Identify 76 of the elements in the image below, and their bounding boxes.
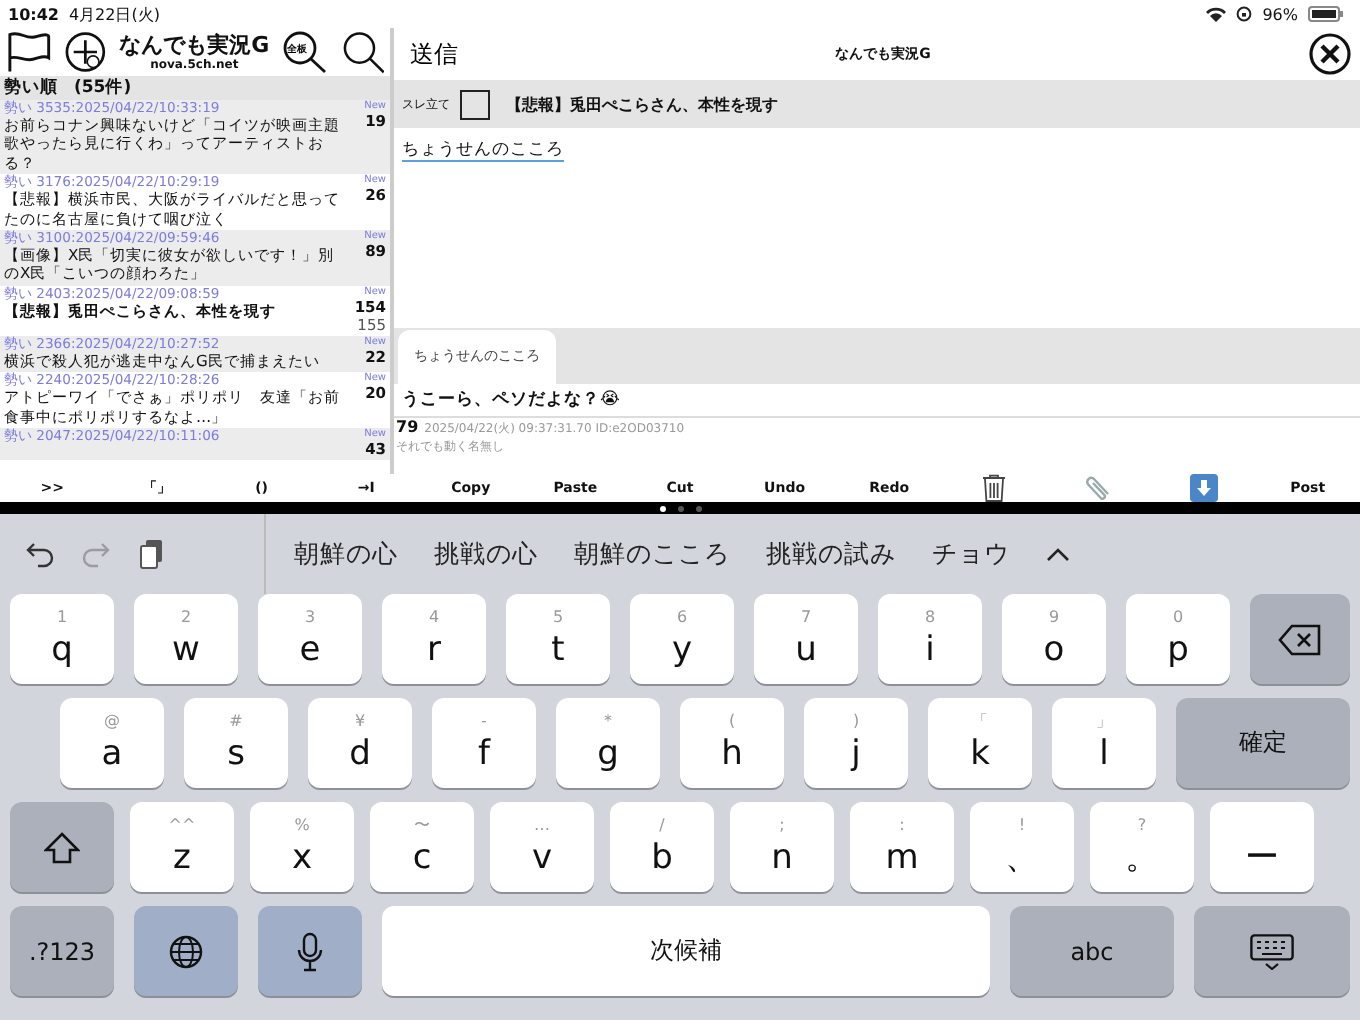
keyboard-key[interactable]: .?123 xyxy=(10,906,114,996)
letter-key[interactable]: # s xyxy=(184,698,288,788)
candidate-word[interactable]: 朝鮮のこころ xyxy=(574,537,730,571)
battery-percent: 96% xyxy=(1262,5,1298,23)
microphone-key[interactable] xyxy=(258,906,362,996)
letter-key[interactable]: 5 t xyxy=(506,594,610,684)
flag-icon[interactable] xyxy=(6,30,53,74)
letter-key[interactable]: ! 、 xyxy=(970,802,1074,892)
board-title: なんでも実況G xyxy=(119,32,270,58)
close-icon[interactable] xyxy=(1308,32,1352,76)
candidate-word[interactable]: 挑戦の試み xyxy=(766,537,896,571)
globe-key[interactable] xyxy=(134,906,238,996)
page-dot[interactable] xyxy=(677,505,683,511)
add-circle-icon[interactable] xyxy=(64,30,108,74)
message-input-field[interactable]: ちょうせんのこころ xyxy=(394,128,1360,328)
send-button[interactable]: 送信 xyxy=(410,37,458,71)
letter-key[interactable]: : m xyxy=(850,802,954,892)
letter-key[interactable]: 「 k xyxy=(928,698,1032,788)
letter-key[interactable]: * g xyxy=(556,698,660,788)
post-number: 79 xyxy=(396,418,419,436)
download-icon[interactable] xyxy=(1189,474,1218,502)
letter-key[interactable]: ) j xyxy=(804,698,908,788)
letter-key[interactable]: ¥ d xyxy=(308,698,412,788)
keyboard-key[interactable]: 確定 xyxy=(1176,698,1350,788)
shift-key[interactable] xyxy=(10,802,114,892)
microphone-icon xyxy=(296,931,324,971)
letter-key[interactable]: 〜 c xyxy=(370,802,474,892)
page-dot[interactable] xyxy=(695,505,701,511)
sort-label: 勢い順 xyxy=(4,76,58,100)
letter-key[interactable]: ^^ z xyxy=(130,802,234,892)
date-text: 4月22日(火) xyxy=(68,3,160,25)
letter-key[interactable]: % x xyxy=(250,802,354,892)
trash-icon[interactable] xyxy=(981,474,1006,502)
undo-icon[interactable] xyxy=(24,538,56,570)
thread-subject: 【悲報】兎田ぺこらさん、本性を現す xyxy=(506,93,778,115)
battery-icon xyxy=(1308,6,1344,22)
candidate-word[interactable]: 挑戦の心 xyxy=(434,537,538,571)
paperclip-icon[interactable] xyxy=(1084,474,1113,502)
letter-key[interactable]: / b xyxy=(610,802,714,892)
letter-key[interactable]: 7 u xyxy=(754,594,858,684)
hide-keyboard-key[interactable] xyxy=(1194,906,1350,996)
rotation-lock-icon xyxy=(1236,6,1253,22)
backspace-icon xyxy=(1278,623,1322,655)
letter-key[interactable]: 0 p xyxy=(1126,594,1230,684)
letter-key[interactable]: 4 r xyxy=(382,594,486,684)
letter-key[interactable]: 9 o xyxy=(1002,594,1106,684)
wifi-icon xyxy=(1206,6,1227,22)
thread-count: (55件) xyxy=(74,76,132,100)
page-dot[interactable] xyxy=(659,505,665,511)
candidate-word[interactable]: 朝鮮の心 xyxy=(294,537,398,571)
chevron-up-icon[interactable] xyxy=(1046,546,1070,562)
globe-icon xyxy=(168,933,204,969)
new-thread-checkbox[interactable] xyxy=(460,89,490,119)
shift-icon xyxy=(44,831,80,863)
letter-key[interactable]: ( h xyxy=(680,698,784,788)
letter-key[interactable]: 8 i xyxy=(878,594,982,684)
letter-key[interactable]: @ a xyxy=(60,698,164,788)
letter-key[interactable]: ; n xyxy=(730,802,834,892)
letter-key[interactable]: 3 e xyxy=(258,594,362,684)
letter-key[interactable]: ー xyxy=(1210,802,1314,892)
letter-key[interactable]: 1 q xyxy=(10,594,114,684)
search-icon[interactable] xyxy=(341,30,384,74)
letter-key[interactable]: 2 w xyxy=(134,594,238,684)
backspace-key[interactable] xyxy=(1250,594,1350,684)
clock-time: 10:42 xyxy=(8,5,59,23)
keyboard-key[interactable]: abc xyxy=(1010,906,1174,996)
letter-key[interactable]: ? 。 xyxy=(1090,802,1194,892)
letter-key[interactable]: - f xyxy=(432,698,536,788)
quoted-post-text: うこーら、ペソだよな？😭 xyxy=(394,384,1360,418)
keyboard-icon xyxy=(1250,933,1294,969)
letter-key[interactable]: 」 l xyxy=(1052,698,1156,788)
letter-key[interactable]: … v xyxy=(490,802,594,892)
candidate-word[interactable]: チョウ xyxy=(932,537,1010,571)
space-key[interactable]: 次候補 xyxy=(382,906,990,996)
clipboard-icon[interactable] xyxy=(136,538,168,570)
letter-key[interactable]: 6 y xyxy=(630,594,734,684)
